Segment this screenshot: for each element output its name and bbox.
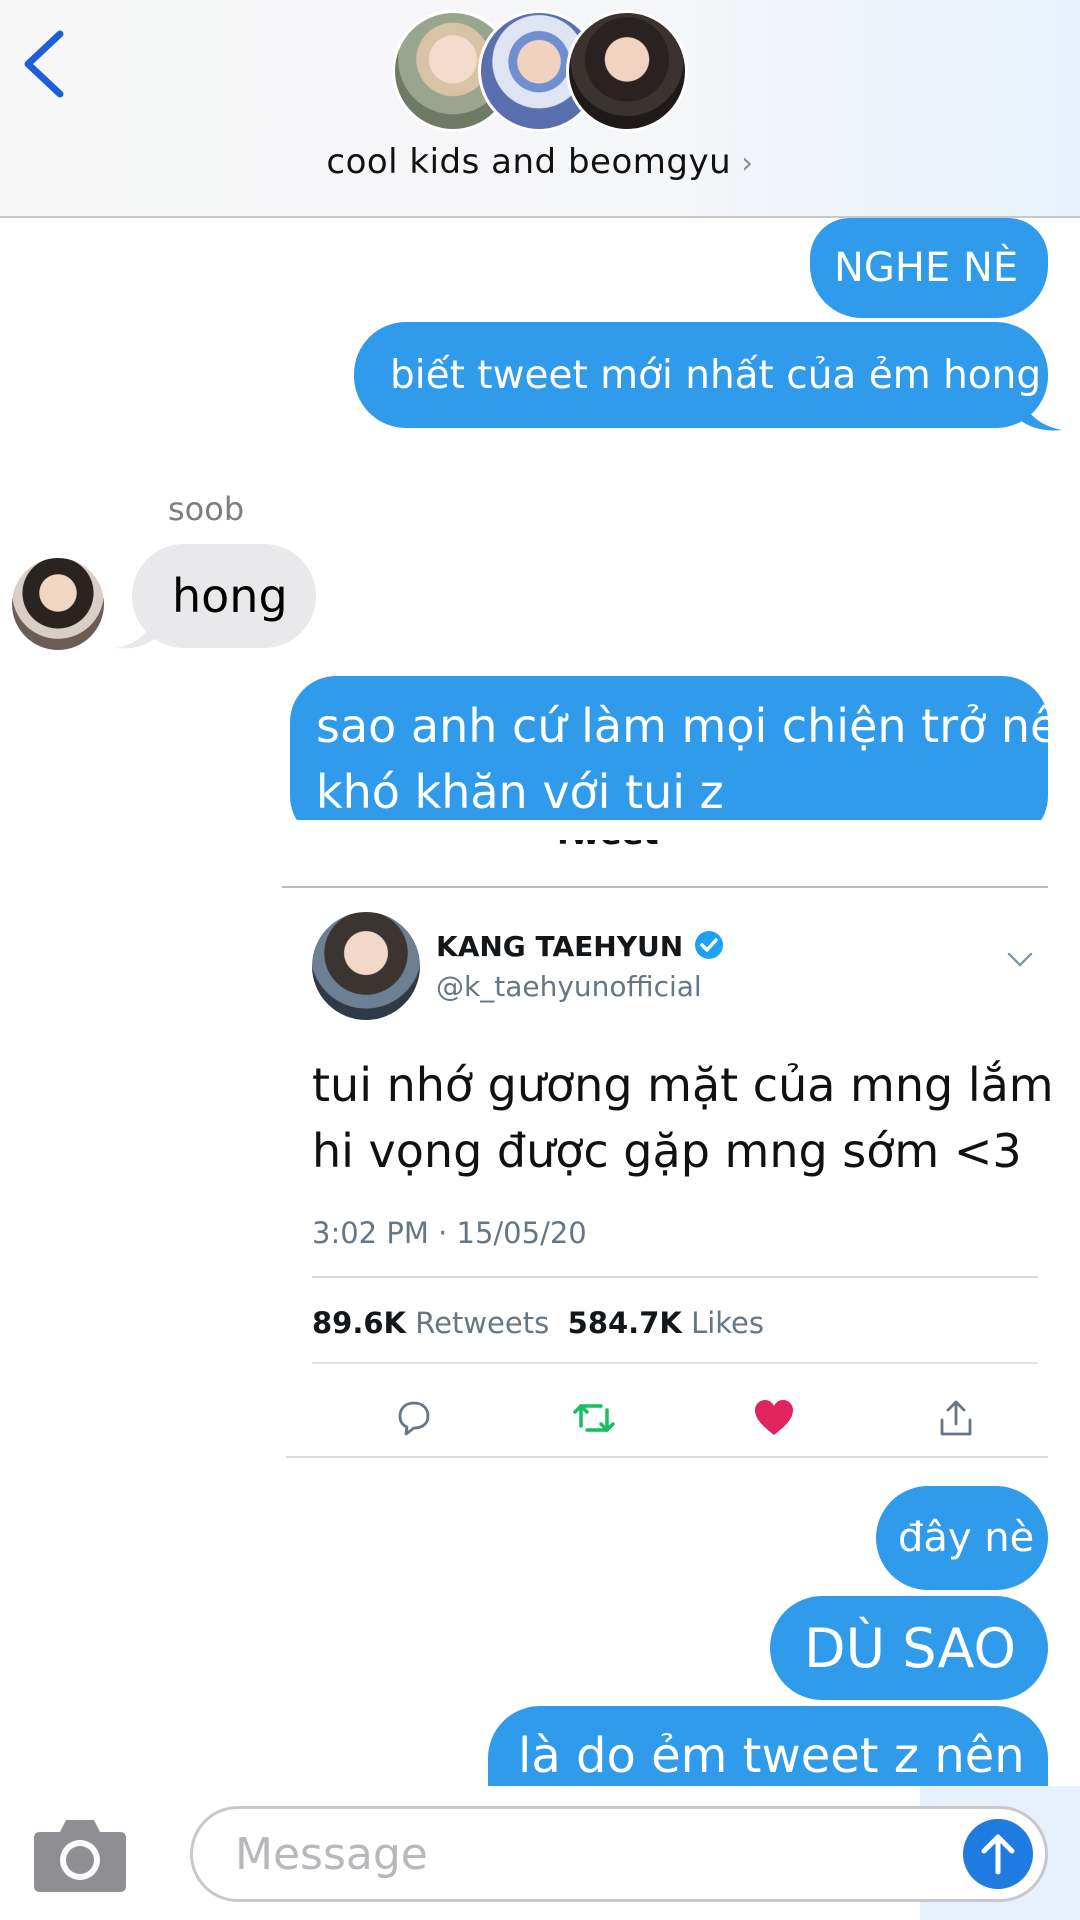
message-text: biết tweet mới nhất của ẻm hong	[390, 352, 1042, 398]
tweet-timestamp: 3:02 PM · 15/05/20	[312, 1216, 587, 1250]
tweet-author-handle: @k_taehyunofficial	[436, 970, 702, 1003]
message-line: khó khăn với tui z	[316, 765, 724, 819]
tweet-body-line: tui nhớ gương mặt của mng lắm	[312, 1058, 1054, 1112]
tweet-author-name: KANG TAEHYUN	[436, 930, 684, 963]
tweet-header-cutoff: Tweet	[552, 814, 659, 852]
back-button[interactable]	[14, 24, 74, 104]
message-text: sao anh cứ làm mọi chiện trở nên khó khă…	[316, 693, 1080, 825]
message-text: NGHE NÈ	[834, 245, 1019, 291]
message-input[interactable]	[233, 1823, 917, 1885]
tweet-body-line: hi vọng được gặp mng sớm <3	[312, 1124, 1022, 1178]
divider	[312, 1362, 1038, 1364]
chevron-right-icon: ›	[741, 146, 754, 181]
tweet-screenshot[interactable]: Tweet KANG TAEHYUN @k_taehyunofficial tu…	[282, 820, 1054, 1460]
retweet-icon	[573, 1404, 615, 1432]
sender-avatar[interactable]	[12, 558, 104, 650]
bubble-tail	[1020, 394, 1062, 431]
divider	[312, 1276, 1038, 1278]
divider	[282, 886, 1048, 888]
like-button[interactable]	[744, 1388, 804, 1448]
message-line: sao anh cứ làm mọi chiện trở nên	[316, 699, 1080, 753]
member-avatar	[566, 10, 688, 132]
group-name-link[interactable]: cool kids and beomgyu ›	[0, 142, 1080, 182]
camera-icon	[34, 1820, 126, 1892]
retweet-button[interactable]	[564, 1388, 624, 1448]
message-text: là do ẻm tweet z nên	[518, 1728, 1025, 1784]
message-bubble-outgoing[interactable]: đây nè	[876, 1486, 1048, 1590]
like-label: Likes	[691, 1306, 764, 1340]
message-bubble-incoming[interactable]: hong	[132, 544, 316, 648]
camera-button[interactable]	[32, 1814, 128, 1894]
arrow-up-icon	[981, 1834, 1015, 1875]
chevron-left-icon	[24, 30, 64, 98]
sender-name: soob	[168, 490, 245, 528]
share-icon	[940, 1400, 972, 1436]
reply-icon	[398, 1401, 430, 1436]
tweet-actions	[312, 1388, 1038, 1448]
message-input-field[interactable]	[190, 1806, 1048, 1902]
send-button[interactable]	[963, 1819, 1033, 1889]
reply-button[interactable]	[384, 1388, 444, 1448]
divider	[286, 1456, 1048, 1458]
message-text: hong	[172, 569, 288, 623]
retweet-count: 89.6K	[312, 1306, 407, 1340]
like-count: 584.7K	[567, 1306, 682, 1340]
bubble-tail	[116, 612, 156, 649]
message-bubble-outgoing[interactable]: DÙ SAO	[770, 1596, 1048, 1700]
chevron-down-icon	[1007, 952, 1033, 967]
retweet-label: Retweets	[415, 1306, 550, 1340]
heart-icon	[755, 1400, 793, 1435]
group-name: cool kids and beomgyu	[326, 142, 732, 182]
verified-badge-icon	[695, 931, 723, 959]
compose-bar	[0, 1786, 1080, 1920]
message-text: đây nè	[898, 1515, 1035, 1561]
message-bubble-outgoing[interactable]: NGHE NÈ	[810, 218, 1048, 318]
share-button[interactable]	[926, 1388, 986, 1448]
tweet-author-avatar	[312, 912, 420, 1020]
message-text: DÙ SAO	[804, 1616, 1017, 1680]
group-avatars[interactable]	[392, 10, 688, 132]
conversation-header: cool kids and beomgyu ›	[0, 0, 1080, 218]
message-bubble-outgoing[interactable]: biết tweet mới nhất của ẻm hong	[354, 322, 1048, 428]
tweet-stats: 89.6K Retweets 584.7K Likes	[312, 1306, 764, 1340]
message-bubble-outgoing[interactable]: sao anh cứ làm mọi chiện trở nên khó khă…	[290, 676, 1080, 842]
tweet-body: tui nhớ gương mặt của mng lắm hi vọng đư…	[312, 1052, 1054, 1184]
